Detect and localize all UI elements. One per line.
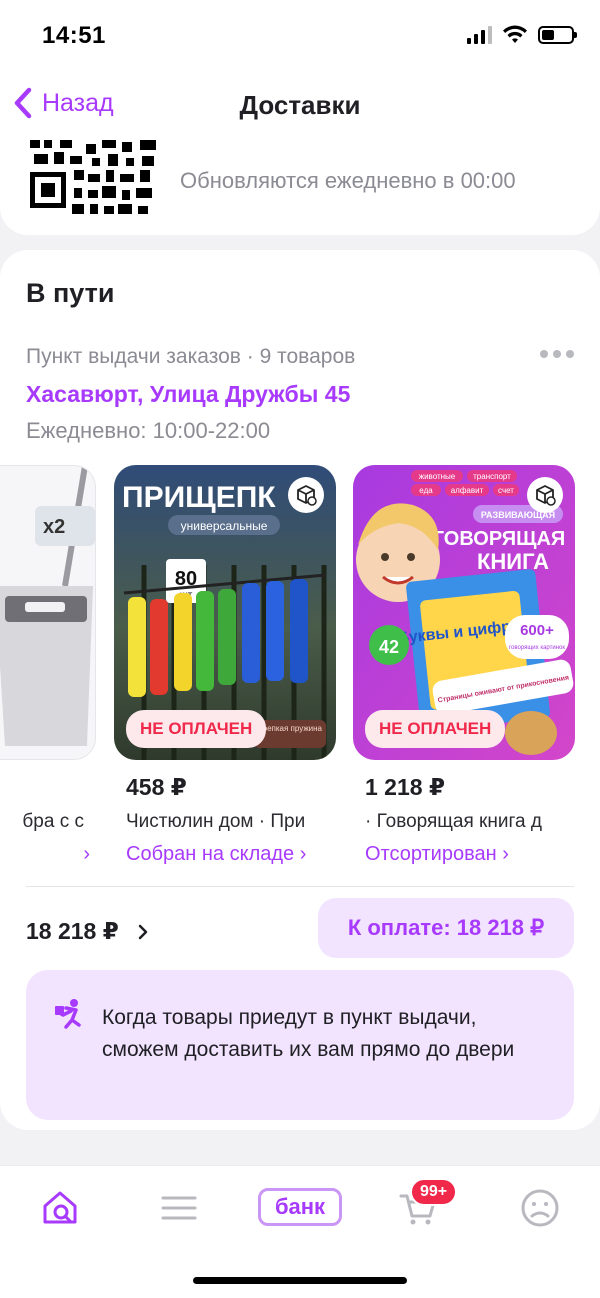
product-price: [0, 774, 96, 801]
page-title: Доставки: [239, 90, 361, 120]
image-subtitle: универсальные: [181, 519, 268, 533]
image-title: ПРИЩЕПК: [122, 481, 276, 514]
nav-bank[interactable]: банк: [258, 1188, 342, 1226]
image-tag: алфавит: [451, 486, 484, 495]
product-status[interactable]: Собран на складе ›: [114, 843, 336, 866]
pickup-address-link[interactable]: Хасавюрт, Улица Дружбы 45: [26, 381, 350, 408]
product-status[interactable]: ›: [0, 843, 96, 866]
product-card[interactable]: ПРИЩЕПК универсальные 80 шт: [114, 465, 336, 866]
image-title-line2: КНИГА: [477, 549, 549, 574]
image-tag: транспорт: [473, 472, 511, 481]
unpaid-badge: НЕ ОПЛАЧЕН: [126, 710, 267, 748]
product-price: 1 218 ₽: [365, 774, 445, 800]
battery-icon: [538, 26, 577, 44]
product-card[interactable]: животные транспорт еда алфавит счет РАЗВ…: [353, 465, 575, 866]
total-amount-link[interactable]: 18 218 ₽: [26, 918, 149, 945]
image-words: 42: [379, 637, 399, 657]
delivery-card: В пути Пункт выдачи заказов · 9 товаров …: [0, 250, 600, 1130]
nav-home[interactable]: [40, 1188, 80, 1233]
menu-icon: [161, 1196, 197, 1220]
qr-update-note: Обновляются ежедневно в 00:00: [180, 168, 516, 193]
nav-profile[interactable]: [520, 1188, 560, 1233]
nav-catalog[interactable]: [160, 1188, 198, 1233]
chevron-right-icon: [138, 924, 147, 939]
home-search-icon: [43, 1191, 77, 1224]
image-tag: Крепкая пружина: [258, 724, 323, 733]
product-price: 458 ₽: [126, 774, 187, 800]
more-options-button[interactable]: [540, 350, 574, 358]
product-name: · Говорящая книга д: [365, 811, 542, 832]
product-status[interactable]: Отсортирован ›: [353, 843, 575, 866]
image-count: 600+: [520, 622, 554, 639]
product-name: Чистюлин дом · При: [126, 811, 306, 832]
image-count-label: говорящих картинок: [509, 645, 565, 651]
section-title: В пути: [26, 278, 115, 308]
unpaid-badge: НЕ ОПЛАЧЕН: [365, 710, 506, 748]
mop-count-label: x2: [43, 516, 65, 538]
qr-code[interactable]: [30, 140, 156, 216]
door-delivery-info: Когда товары приедут в пункт выдачи, смо…: [26, 970, 574, 1120]
pay-button[interactable]: К оплате: 18 218 ₽: [318, 898, 574, 958]
status-time: 14:51: [42, 22, 106, 49]
total-amount: 18 218 ₽: [26, 918, 119, 944]
info-text: Когда товары приедут в пункт выдачи, смо…: [102, 1006, 515, 1061]
product-image: x2: [0, 465, 96, 760]
product-name: бра с с: [22, 811, 84, 832]
pickup-meta: Пункт выдачи заказов · 9 товаров: [26, 345, 356, 368]
signal-icon: [467, 26, 492, 44]
product-image: животные транспорт еда алфавит счет РАЗВ…: [353, 465, 575, 760]
status-icons: [467, 25, 577, 45]
home-indicator: [193, 1277, 407, 1284]
box-return-icon[interactable]: [527, 477, 563, 513]
image-tag: счет: [498, 486, 514, 495]
cart-count-badge: 99+: [410, 1178, 458, 1206]
product-card[interactable]: x2 бра с с ›: [0, 465, 96, 866]
mop-bucket-image: x2: [0, 466, 95, 759]
running-person-icon: [55, 999, 81, 1029]
image-tag: животные: [419, 472, 456, 481]
wifi-icon: [503, 25, 527, 43]
divider: [26, 886, 574, 887]
product-image: ПРИЩЕПК универсальные 80 шт: [114, 465, 336, 760]
products-carousel[interactable]: x2 бра с с › ПРИЩЕПК универсальные 80 Кр…: [0, 465, 600, 875]
qr-card: Обновляются ежедневно в 00:00: [0, 130, 600, 235]
image-tag: еда: [419, 486, 433, 495]
box-return-icon[interactable]: [288, 477, 324, 513]
profile-icon: [521, 1189, 559, 1227]
pickup-hours: Ежедневно: 10:00-22:00: [26, 418, 271, 443]
status-bar: 14:51: [0, 0, 600, 72]
image-title-line1: ГОВОРЯЩАЯ: [433, 528, 566, 550]
